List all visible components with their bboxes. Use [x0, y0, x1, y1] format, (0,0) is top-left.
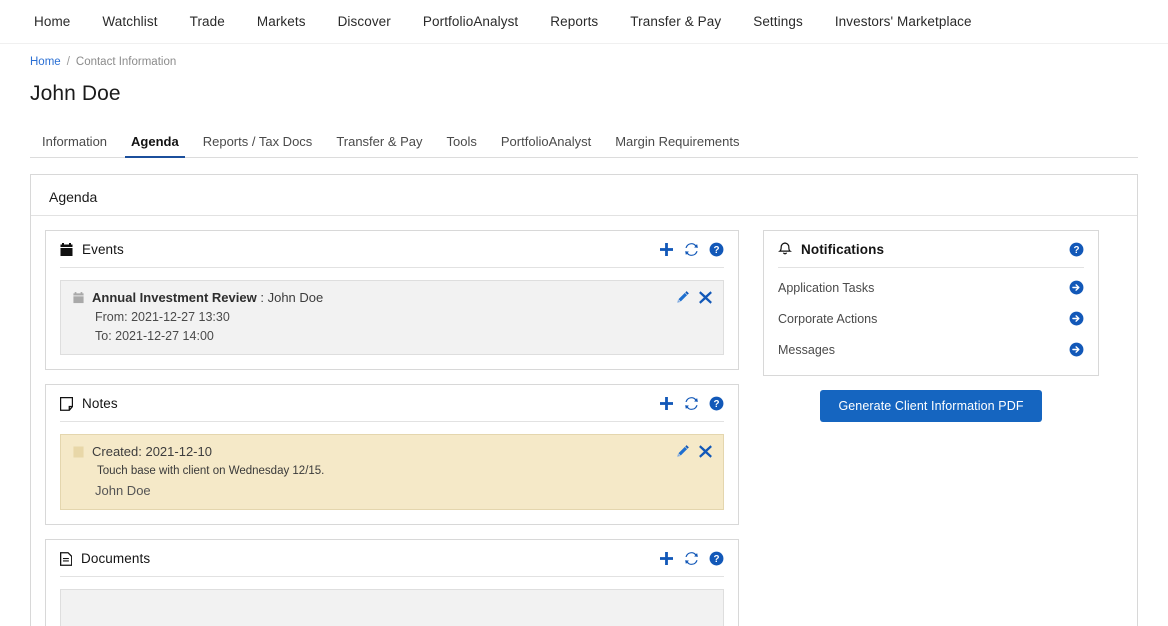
help-icon[interactable]: ? — [709, 551, 724, 566]
refresh-icon[interactable] — [684, 242, 699, 257]
notification-label: Corporate Actions — [778, 312, 877, 326]
event-item-name: Annual Investment Review — [92, 290, 257, 305]
nav-item-home[interactable]: Home — [18, 14, 86, 29]
calendar-icon — [60, 243, 73, 257]
nav-item-portfolioanalyst[interactable]: PortfolioAnalyst — [407, 14, 534, 29]
events-panel: Events — [45, 230, 739, 370]
tab-tools[interactable]: Tools — [435, 134, 489, 157]
event-item-from: From: 2021-12-27 13:30 — [73, 310, 711, 324]
tab-portfolioanalyst[interactable]: PortfolioAnalyst — [489, 134, 603, 157]
bell-icon — [778, 242, 792, 257]
delete-close-icon[interactable] — [699, 445, 712, 458]
help-icon[interactable]: ? — [709, 242, 724, 257]
page-title: John Doe — [30, 82, 1168, 106]
documents-panel: Documents — [45, 539, 739, 626]
arrow-right-circle-icon[interactable] — [1069, 342, 1084, 357]
refresh-icon[interactable] — [684, 551, 699, 566]
note-item[interactable]: Created: 2021-12-10 Touch base with clie… — [60, 434, 724, 510]
svg-text:?: ? — [1073, 245, 1079, 256]
notifications-panel-header: Notifications ? — [764, 231, 1098, 267]
nav-item-markets[interactable]: Markets — [241, 14, 322, 29]
documents-panel-body — [46, 577, 738, 626]
help-icon[interactable]: ? — [709, 396, 724, 411]
arrow-right-circle-icon[interactable] — [1069, 280, 1084, 295]
notifications-panel-actions: ? — [1069, 242, 1084, 257]
tab-information[interactable]: Information — [30, 134, 119, 157]
notes-panel-actions: ? — [659, 396, 724, 411]
notifications-panel-body: Application Tasks Corporate Actions — [764, 268, 1098, 375]
document-icon — [60, 552, 72, 566]
breadcrumb-current: Contact Information — [76, 56, 176, 68]
event-item-to: To: 2021-12-27 14:00 — [73, 329, 711, 343]
generate-client-information-pdf-button[interactable]: Generate Client Information PDF — [820, 390, 1041, 422]
notifications-panel: Notifications ? Application Tasks — [763, 230, 1099, 376]
breadcrumb-separator: / — [67, 56, 70, 68]
tab-agenda[interactable]: Agenda — [119, 134, 191, 157]
note-icon — [60, 397, 73, 411]
notes-panel-body: Created: 2021-12-10 Touch base with clie… — [46, 422, 738, 524]
edit-pencil-icon[interactable] — [676, 444, 690, 458]
agenda-card: Agenda Events — [30, 174, 1138, 626]
note-item-actions — [676, 444, 712, 458]
events-panel-body: Annual Investment Review : John Doe From… — [46, 268, 738, 369]
help-icon[interactable]: ? — [1069, 242, 1084, 257]
documents-panel-header: Documents — [46, 540, 738, 576]
tab-bar: Information Agenda Reports / Tax Docs Tr… — [30, 128, 1138, 158]
document-item[interactable] — [60, 589, 724, 626]
events-panel-actions: ? — [659, 242, 724, 257]
event-calendar-icon — [73, 292, 84, 304]
nav-item-settings[interactable]: Settings — [737, 14, 819, 29]
events-panel-header: Events — [46, 231, 738, 267]
tab-reports-tax-docs[interactable]: Reports / Tax Docs — [191, 134, 325, 157]
nav-item-transfer-pay[interactable]: Transfer & Pay — [614, 14, 737, 29]
delete-close-icon[interactable] — [699, 291, 712, 304]
nav-item-reports[interactable]: Reports — [534, 14, 614, 29]
agenda-body: Events — [31, 216, 1137, 626]
breadcrumb-home-link[interactable]: Home — [30, 56, 61, 68]
event-item-separator: : — [260, 290, 264, 305]
svg-text:?: ? — [713, 554, 719, 565]
top-navigation-bar: Home Watchlist Trade Markets Discover Po… — [0, 0, 1168, 44]
svg-text:?: ? — [713, 399, 719, 410]
note-item-header: Created: 2021-12-10 — [73, 444, 711, 459]
add-icon[interactable] — [659, 242, 674, 257]
agenda-left-column: Events — [45, 230, 739, 626]
tab-transfer-pay[interactable]: Transfer & Pay — [324, 134, 434, 157]
nav-item-trade[interactable]: Trade — [174, 14, 241, 29]
notes-panel-header: Notes — [46, 385, 738, 421]
notes-panel-title: Notes — [82, 396, 118, 411]
note-item-text: Touch base with client on Wednesday 12/1… — [73, 465, 711, 477]
nav-item-discover[interactable]: Discover — [322, 14, 407, 29]
event-item[interactable]: Annual Investment Review : John Doe From… — [60, 280, 724, 355]
breadcrumb: Home / Contact Information — [0, 44, 1168, 68]
event-item-actions — [676, 290, 712, 304]
event-item-title: Annual Investment Review : John Doe — [92, 290, 323, 305]
svg-text:?: ? — [713, 245, 719, 256]
notes-panel: Notes — [45, 384, 739, 525]
arrow-right-circle-icon[interactable] — [1069, 311, 1084, 326]
event-item-header: Annual Investment Review : John Doe — [73, 290, 711, 305]
agenda-right-column: Notifications ? Application Tasks — [763, 230, 1099, 626]
nav-item-investors-marketplace[interactable]: Investors' Marketplace — [819, 14, 988, 29]
nav-item-watchlist[interactable]: Watchlist — [86, 14, 173, 29]
notification-row-application-tasks[interactable]: Application Tasks — [778, 272, 1084, 303]
add-icon[interactable] — [659, 396, 674, 411]
notification-row-messages[interactable]: Messages — [778, 334, 1084, 365]
documents-panel-actions: ? — [659, 551, 724, 566]
add-icon[interactable] — [659, 551, 674, 566]
events-panel-title: Events — [82, 242, 124, 257]
tab-margin-requirements[interactable]: Margin Requirements — [603, 134, 751, 157]
notification-label: Application Tasks — [778, 281, 874, 295]
refresh-icon[interactable] — [684, 396, 699, 411]
agenda-heading: Agenda — [31, 175, 1137, 216]
note-item-created: Created: 2021-12-10 — [92, 444, 212, 459]
notification-label: Messages — [778, 343, 835, 357]
documents-panel-title: Documents — [81, 551, 150, 566]
notification-row-corporate-actions[interactable]: Corporate Actions — [778, 303, 1084, 334]
edit-pencil-icon[interactable] — [676, 290, 690, 304]
note-item-author: John Doe — [73, 483, 711, 498]
event-item-person: John Doe — [268, 290, 324, 305]
note-square-icon — [73, 446, 84, 458]
notifications-panel-title: Notifications — [801, 242, 884, 257]
